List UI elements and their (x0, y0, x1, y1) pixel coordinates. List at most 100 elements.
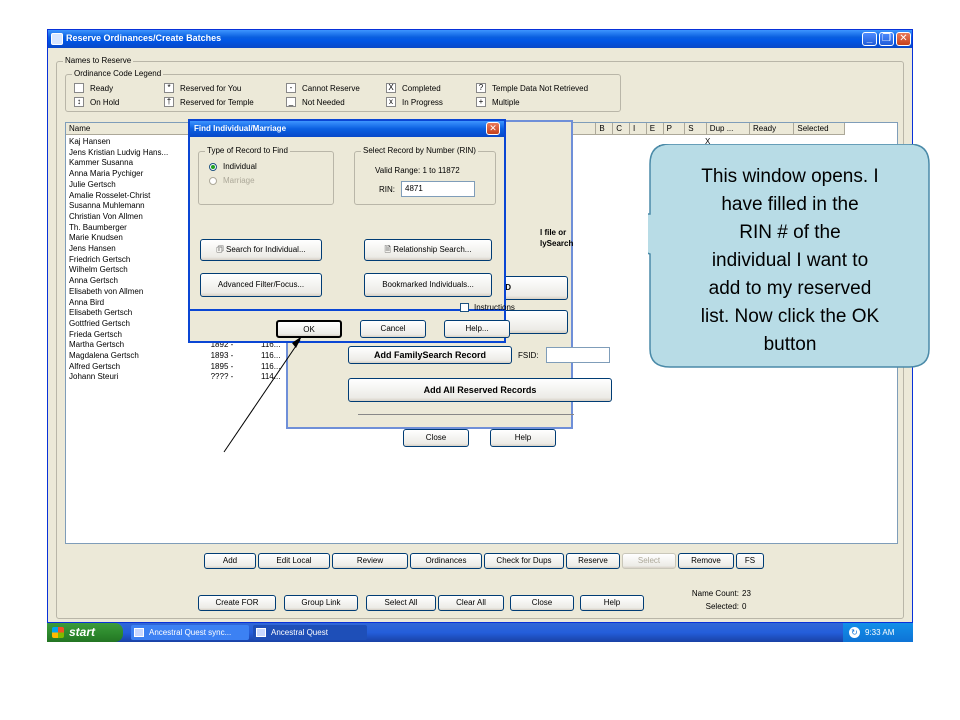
legend-temple-data-label: Temple Data Not Retrieved (492, 84, 589, 93)
pointer-arrow (223, 336, 302, 453)
column-header[interactable]: P (663, 123, 686, 135)
start-label: start (69, 625, 96, 639)
callout-line-3: RIN # of the (739, 222, 840, 243)
app-icon (51, 33, 63, 45)
remove-button[interactable]: Remove (678, 553, 734, 569)
add-button[interactable]: Add (204, 553, 256, 569)
separator-line (358, 414, 574, 415)
column-header[interactable]: C (613, 123, 630, 135)
callout-line-6: list. Now click the OK (701, 306, 880, 327)
rin-input[interactable]: 4871 (401, 181, 475, 197)
fs-button[interactable]: FS (736, 553, 764, 569)
fsid-input[interactable] (546, 347, 610, 363)
partial-label-2: lySearch (540, 239, 574, 248)
start-button[interactable]: start (47, 623, 123, 642)
table-cell-name: Elisabeth Gertsch (69, 308, 133, 318)
add-all-reserved-button[interactable]: Add All Reserved Records (348, 378, 612, 402)
table-cell-name: Susanna Muhlemann (69, 201, 145, 211)
legend-completed-icon: X (386, 83, 396, 93)
app-window-icon (256, 628, 266, 637)
type-of-record-group: Type of Record to Find Individual Marria… (198, 146, 334, 205)
instructions-checkbox[interactable] (460, 303, 469, 312)
bookmarked-individuals-button[interactable]: Bookmarked Individuals... (364, 273, 492, 297)
fsid-label: FSID: (518, 351, 539, 360)
column-header[interactable]: S (685, 123, 707, 135)
legend-multiple-label: Multiple (492, 98, 520, 107)
legend-reserved-you-label: Reserved for You (180, 84, 242, 93)
taskbar-item-sync[interactable]: Ancestral Quest sync... (131, 625, 249, 640)
column-header[interactable]: Ready (750, 123, 795, 135)
type-of-record-label: Type of Record to Find (205, 146, 290, 155)
table-cell-name: Th. Baumberger (69, 222, 127, 232)
table-cell-name: Wilhelm Gertsch (69, 265, 128, 275)
column-header[interactable]: Name (66, 123, 208, 135)
add-familysearch-record-button[interactable]: Add FamilySearch Record (348, 346, 512, 364)
select-by-rin-group: Select Record by Number (RIN) Valid Rang… (354, 146, 496, 205)
table-cell-name: Frieda Gertsch (69, 329, 122, 339)
legend-cannot-reserve-label: Cannot Reserve (302, 84, 360, 93)
table-cell-name: Elisabeth von Allmen (69, 286, 144, 296)
search-individual-icon: 🗊 (216, 245, 227, 254)
column-header[interactable]: I (630, 123, 647, 135)
clear-all-button[interactable]: Clear All (438, 595, 504, 611)
column-header[interactable]: E (646, 123, 664, 135)
search-individual-button[interactable]: 🗊 Search for Individual... (200, 239, 322, 261)
ordinance-code-legend: Ordinance Code Legend Ready * Reserved f… (65, 69, 621, 112)
column-header[interactable]: Dup ... (706, 123, 750, 135)
table-cell-name: Friedrich Gertsch (69, 254, 131, 264)
minimize-icon[interactable]: _ (862, 32, 877, 46)
close-button[interactable]: Close (510, 595, 574, 611)
restore-icon[interactable]: ❐ (879, 32, 894, 46)
relationship-search-button[interactable]: 🗎 Relationship Search... (364, 239, 492, 261)
legend-in-progress-icon: x (386, 97, 396, 107)
window-title: Reserve Ordinances/Create Batches (66, 33, 222, 43)
relationship-search-icon: 🗎 (384, 245, 394, 254)
column-header[interactable]: Selected (794, 123, 845, 135)
add-dialog-help-button[interactable]: Help (490, 429, 556, 447)
names-to-reserve-label: Names to Reserve (63, 56, 134, 65)
help-button[interactable]: Help (580, 595, 644, 611)
close-icon[interactable]: ✕ (896, 32, 911, 46)
legend-reserved-you-icon: * (164, 83, 174, 93)
check-for-dups-button[interactable]: Check for Dups (484, 553, 564, 569)
find-dialog-close-icon[interactable]: ✕ (486, 122, 500, 135)
legend-label: Ordinance Code Legend (72, 69, 164, 78)
legend-temple-data-icon: ? (476, 83, 486, 93)
selected-count-value: 0 (742, 602, 747, 611)
tray-network-icon[interactable]: ↻ (849, 627, 860, 638)
ordinances-button[interactable]: Ordinances (410, 553, 482, 569)
table-cell-name: Jens Kristian Ludvig Hans... (69, 147, 169, 157)
find-individual-dialog: Find Individual/Marriage ✕ Type of Recor… (188, 119, 506, 311)
select-all-button[interactable]: Select All (366, 595, 436, 611)
legend-on-hold-label: On Hold (90, 98, 120, 107)
partial-label-1: l file or (540, 228, 567, 237)
find-dialog-title: Find Individual/Marriage (194, 124, 287, 133)
reserve-button[interactable]: Reserve (566, 553, 620, 569)
column-header[interactable]: B (596, 123, 614, 135)
find-dialog-titlebar[interactable]: Find Individual/Marriage ✕ (190, 121, 504, 137)
find-help-button[interactable]: Help... (444, 320, 510, 338)
create-for-button[interactable]: Create FOR (198, 595, 276, 611)
legend-multiple-icon: + (476, 97, 486, 107)
advanced-filter-button[interactable]: Advanced Filter/Focus... (200, 273, 322, 297)
cancel-button[interactable]: Cancel (360, 320, 426, 338)
app-window-icon (134, 628, 144, 637)
window-titlebar[interactable]: Reserve Ordinances/Create Batches _ ❐ ✕ (48, 30, 912, 48)
legend-cannot-reserve-icon: - (286, 83, 296, 93)
select-button[interactable]: Select (622, 553, 676, 569)
callout-line-2: have filled in the (721, 194, 858, 215)
individual-radio[interactable] (209, 163, 217, 171)
clock: 9:33 AM (865, 628, 895, 637)
review-button[interactable]: Review (332, 553, 408, 569)
instructions-label: Instructions (474, 303, 515, 312)
select-by-rin-label: Select Record by Number (RIN) (361, 146, 478, 155)
table-cell-name: Anna Bird (69, 297, 105, 307)
legend-ready-icon (74, 83, 84, 93)
marriage-radio[interactable] (209, 177, 217, 185)
individual-label: Individual (223, 162, 257, 171)
edit-local-button[interactable]: Edit Local (258, 553, 330, 569)
name-count-label: Name Count: (691, 589, 739, 598)
group-link-button[interactable]: Group Link (284, 595, 358, 611)
add-dialog-close-button[interactable]: Close (403, 429, 469, 447)
taskbar-item-ancestral-quest[interactable]: Ancestral Quest (253, 625, 367, 640)
